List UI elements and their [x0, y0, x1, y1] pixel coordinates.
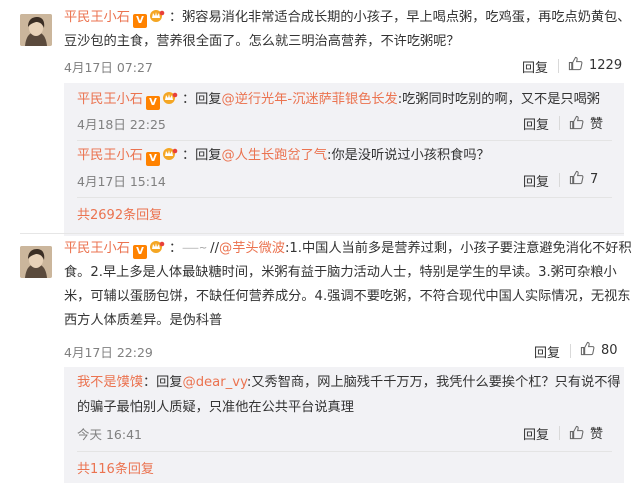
reply-text: 我不是馍馍：回复@dear_vy:又秀智商，网上脑残千千万万，我凭什么要挨个杠？… [77, 372, 621, 394]
reply-text: 平民王小石 V ：回复@逆行光年-沉迷萨菲银色长发:吃粥同时吃别的啊，又不是只喝粥 [77, 89, 600, 111]
reply-button[interactable]: 回复 [523, 114, 549, 133]
vip-crown-icon [162, 147, 178, 161]
comment-text-line-2: 食。2.早上多是人体最缺糖时间，米粥有益于脑力活动人士，特别是学生的早读。3.粥… [64, 262, 617, 284]
username-link[interactable]: 我不是馍馍 [77, 375, 143, 390]
mention-link[interactable]: @人生长跑岔了气 [222, 148, 328, 163]
comment-text: 食。2.早上多是人体最缺糖时间，米粥有益于脑力活动人士，特别是学生的早读。3.粥… [64, 265, 617, 280]
comment-divider [20, 233, 624, 234]
action-divider [570, 344, 571, 358]
vip-crown-icon [162, 91, 178, 105]
username-link[interactable]: 平民王小石 [77, 92, 143, 107]
like-button[interactable]: 赞 [569, 113, 603, 132]
mention-link[interactable]: @逆行光年-沉迷萨菲银色长发 [222, 92, 398, 107]
thumbs-up-icon [568, 56, 583, 71]
reply-prefix: ：回复 [181, 148, 222, 163]
vip-crown-icon [149, 240, 165, 254]
comment-timestamp: 4月17日 22:29 [64, 345, 153, 360]
more-replies-link[interactable]: 共116条回复 [77, 458, 154, 477]
like-count: 7 [590, 172, 599, 187]
username-link[interactable]: 平民王小石 [64, 241, 130, 256]
emoji-icon: ⸺~ [182, 243, 208, 254]
reply-button[interactable]: 回复 [534, 342, 560, 361]
reply-button[interactable]: 回复 [523, 171, 549, 190]
more-replies-link[interactable]: 共2692条回复 [77, 204, 162, 223]
avatar[interactable] [20, 246, 52, 278]
comment-text-line-4: 西方人体质差异。是伪科普 [64, 310, 222, 332]
reply-body: :又秀智商，网上脑残千千万万，我凭什么要挨个杠？只有说不得 [246, 375, 621, 390]
reply-button[interactable]: 回复 [522, 57, 548, 76]
like-label: 赞 [590, 427, 604, 442]
avatar-portrait-icon [20, 14, 52, 46]
verified-v-icon: V [132, 245, 147, 259]
like-button[interactable]: 80 [580, 341, 618, 358]
action-divider [559, 173, 560, 187]
action-divider [559, 426, 560, 440]
comment-text: // [210, 241, 220, 256]
comment-text: 西方人体质差异。是伪科普 [64, 313, 223, 328]
vip-crown-icon [149, 9, 165, 23]
avatar-portrait-icon [20, 246, 52, 278]
reply-body: :吃粥同时吃别的啊，又不是只喝粥 [397, 92, 600, 107]
reply-body: 的骗子最怕别人质疑，只准他在公共平台说真理 [77, 400, 354, 415]
comment-text-line-1: 平民王小石 V ：粥容易消化非常适合成长期的小孩子，早上喝点粥，吃鸡蛋，再吃点奶黄包… [64, 7, 631, 29]
comment-text: 豆沙包的主食，营养很全面了。怎么就三明治高营养，不许吃粥呢？ [64, 34, 460, 49]
action-divider [558, 59, 559, 73]
like-label: 赞 [590, 117, 604, 132]
comment-feed: 平民王小石 V ：粥容易消化非常适合成长期的小孩子，早上喝点粥，吃鸡蛋，再吃点奶黄包… [0, 0, 640, 483]
avatar[interactable] [20, 14, 52, 46]
replies-box: 平民王小石 V ：回复@逆行光年-沉迷萨菲银色长发:吃粥同时吃别的啊，又不是只喝粥 … [64, 83, 624, 236]
username-link[interactable]: 平民王小石 [77, 148, 143, 163]
reply-button[interactable]: 回复 [523, 424, 549, 443]
action-divider [559, 116, 560, 130]
verified-v-icon: V [132, 14, 147, 28]
like-count: 1229 [589, 58, 623, 73]
like-button[interactable]: 1229 [568, 56, 622, 73]
comment-text-line-3: 米，可辅以蛋肠包饼，不缺任何营养成分。4.强调不要吃粥，不符合现代中国人实际情况… [64, 286, 630, 308]
like-button[interactable]: 赞 [569, 423, 603, 442]
replies-box: 我不是馍馍：回复@dear_vy:又秀智商，网上脑残千千万万，我凭什么要挨个杠？… [64, 367, 624, 483]
comment-text: ： [168, 241, 183, 256]
mention-link[interactable]: @dear_vy [183, 375, 247, 390]
username-link[interactable]: 平民王小石 [64, 10, 130, 25]
reply-timestamp: 4月17日 15:14 [77, 174, 166, 189]
like-count: 80 [601, 343, 618, 358]
reply-text: 的骗子最怕别人质疑，只准他在公共平台说真理 [77, 397, 354, 419]
comment-timestamp: 4月17日 07:27 [64, 60, 153, 75]
comment-text: 米，可辅以蛋肠包饼，不缺任何营养成分。4.强调不要吃粥，不符合现代中国人实际情况… [64, 289, 631, 304]
comment-text: :1.中国人当前多是营养过剩，小孩子要注意避免消化不好积 [284, 241, 632, 256]
reply-timestamp: 4月18日 22:25 [77, 117, 166, 132]
verified-v-icon: V [145, 152, 160, 166]
reply-separator [77, 451, 612, 452]
reply-separator [77, 140, 612, 141]
comment-text-line-1: 平民王小石 V ：⸺~//@芋头微波:1.中国人当前多是营养过剩，小孩子要注意避免消… [64, 238, 632, 260]
comment-text-line-2: 豆沙包的主食，营养很全面了。怎么就三明治高营养，不许吃粥呢？ [64, 31, 460, 53]
mention-link[interactable]: @芋头微波 [219, 241, 285, 256]
reply-prefix: ：回复 [142, 375, 183, 390]
comment-text: ：粥容易消化非常适合成长期的小孩子，早上喝点粥，吃鸡蛋，再吃点奶黄包、 [168, 10, 631, 25]
reply-timestamp: 今天 16:41 [77, 427, 142, 442]
thumbs-up-icon [569, 170, 584, 185]
like-button[interactable]: 7 [569, 170, 598, 187]
reply-separator [77, 197, 612, 198]
reply-text: 平民王小石 V ：回复@人生长跑岔了气:你是没听说过小孩积食吗？ [77, 145, 490, 167]
thumbs-up-icon [569, 425, 584, 440]
thumbs-up-icon [569, 115, 584, 130]
reply-prefix: ：回复 [181, 92, 222, 107]
verified-v-icon: V [145, 96, 160, 110]
thumbs-up-icon [580, 341, 595, 356]
reply-body: :你是没听说过小孩积食吗？ [327, 148, 490, 163]
